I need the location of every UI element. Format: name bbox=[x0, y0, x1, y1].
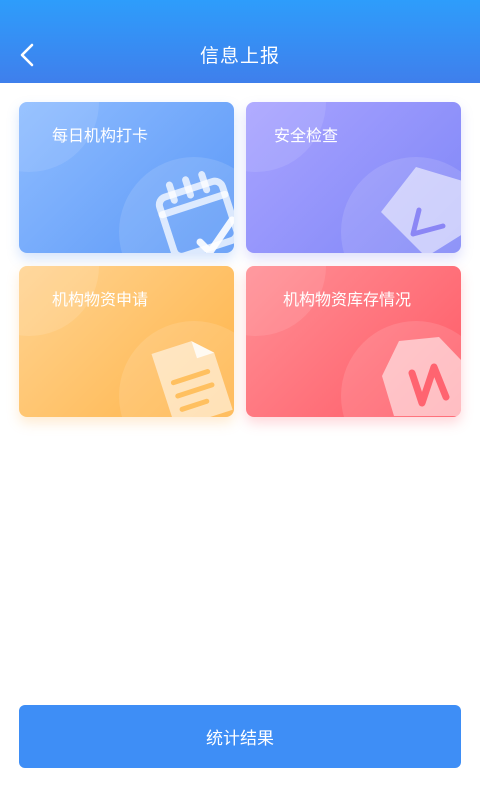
document-icon bbox=[151, 341, 233, 417]
stock-chart-icon bbox=[382, 337, 461, 416]
card-label: 机构物资库存情况 bbox=[283, 290, 412, 309]
shield-check-icon bbox=[381, 167, 461, 253]
page-title: 信息上报 bbox=[199, 45, 280, 67]
statistics-button[interactable]: 统计结果 bbox=[19, 705, 461, 768]
app-header: 信息上报 bbox=[0, 0, 480, 83]
card-label: 机构物资申请 bbox=[52, 290, 149, 309]
calendar-check-icon bbox=[155, 171, 234, 253]
card-daily-checkin[interactable]: 每日机构打卡 bbox=[19, 102, 234, 253]
card-safety-inspection[interactable]: 安全检查 bbox=[246, 102, 461, 253]
card-supply-request[interactable]: 机构物资申请 bbox=[19, 266, 234, 417]
card-label: 安全检查 bbox=[274, 126, 339, 145]
card-label: 每日机构打卡 bbox=[52, 126, 149, 145]
card-supply-inventory[interactable]: 机构物资库存情况 bbox=[246, 266, 461, 417]
